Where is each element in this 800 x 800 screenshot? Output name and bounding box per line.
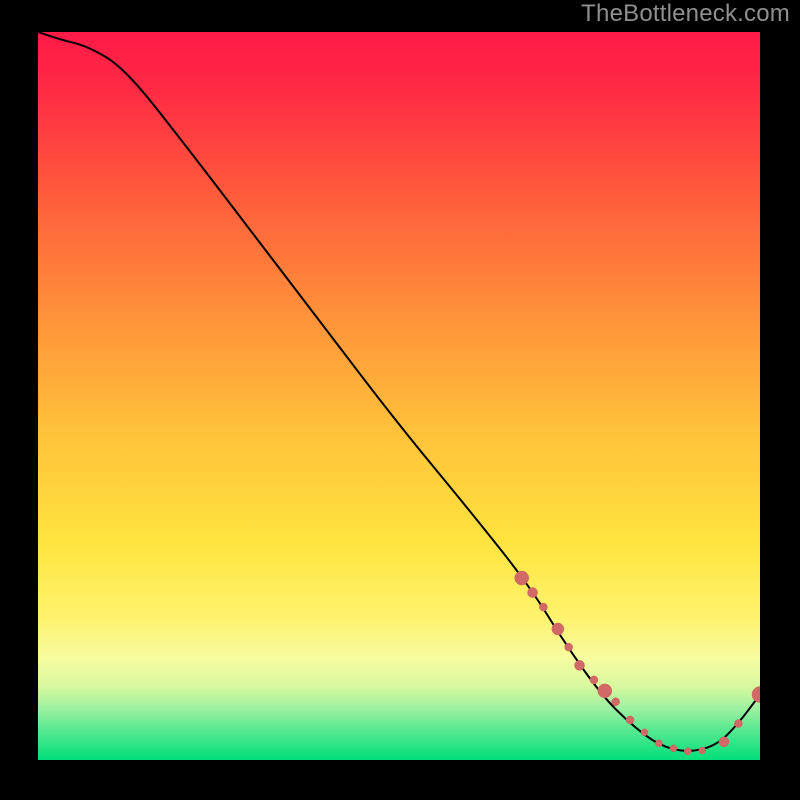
data-marker (552, 623, 564, 635)
data-marker (515, 571, 529, 585)
data-marker (734, 720, 742, 728)
gradient-background (38, 32, 760, 760)
data-marker (699, 747, 706, 754)
chart-svg (38, 32, 760, 760)
data-marker (670, 745, 677, 752)
chart-stage: TheBottleneck.com (0, 0, 800, 800)
plot-area (38, 32, 760, 760)
data-marker (575, 660, 585, 670)
data-marker (528, 588, 538, 598)
data-marker (539, 603, 547, 611)
data-marker (641, 729, 648, 736)
data-marker (590, 676, 598, 684)
data-marker (612, 698, 620, 706)
data-marker (626, 716, 634, 724)
data-marker (719, 737, 729, 747)
data-marker (565, 643, 573, 651)
data-marker (655, 740, 662, 747)
data-marker (684, 748, 691, 755)
data-marker (598, 684, 612, 698)
watermark-text: TheBottleneck.com (581, 0, 790, 28)
